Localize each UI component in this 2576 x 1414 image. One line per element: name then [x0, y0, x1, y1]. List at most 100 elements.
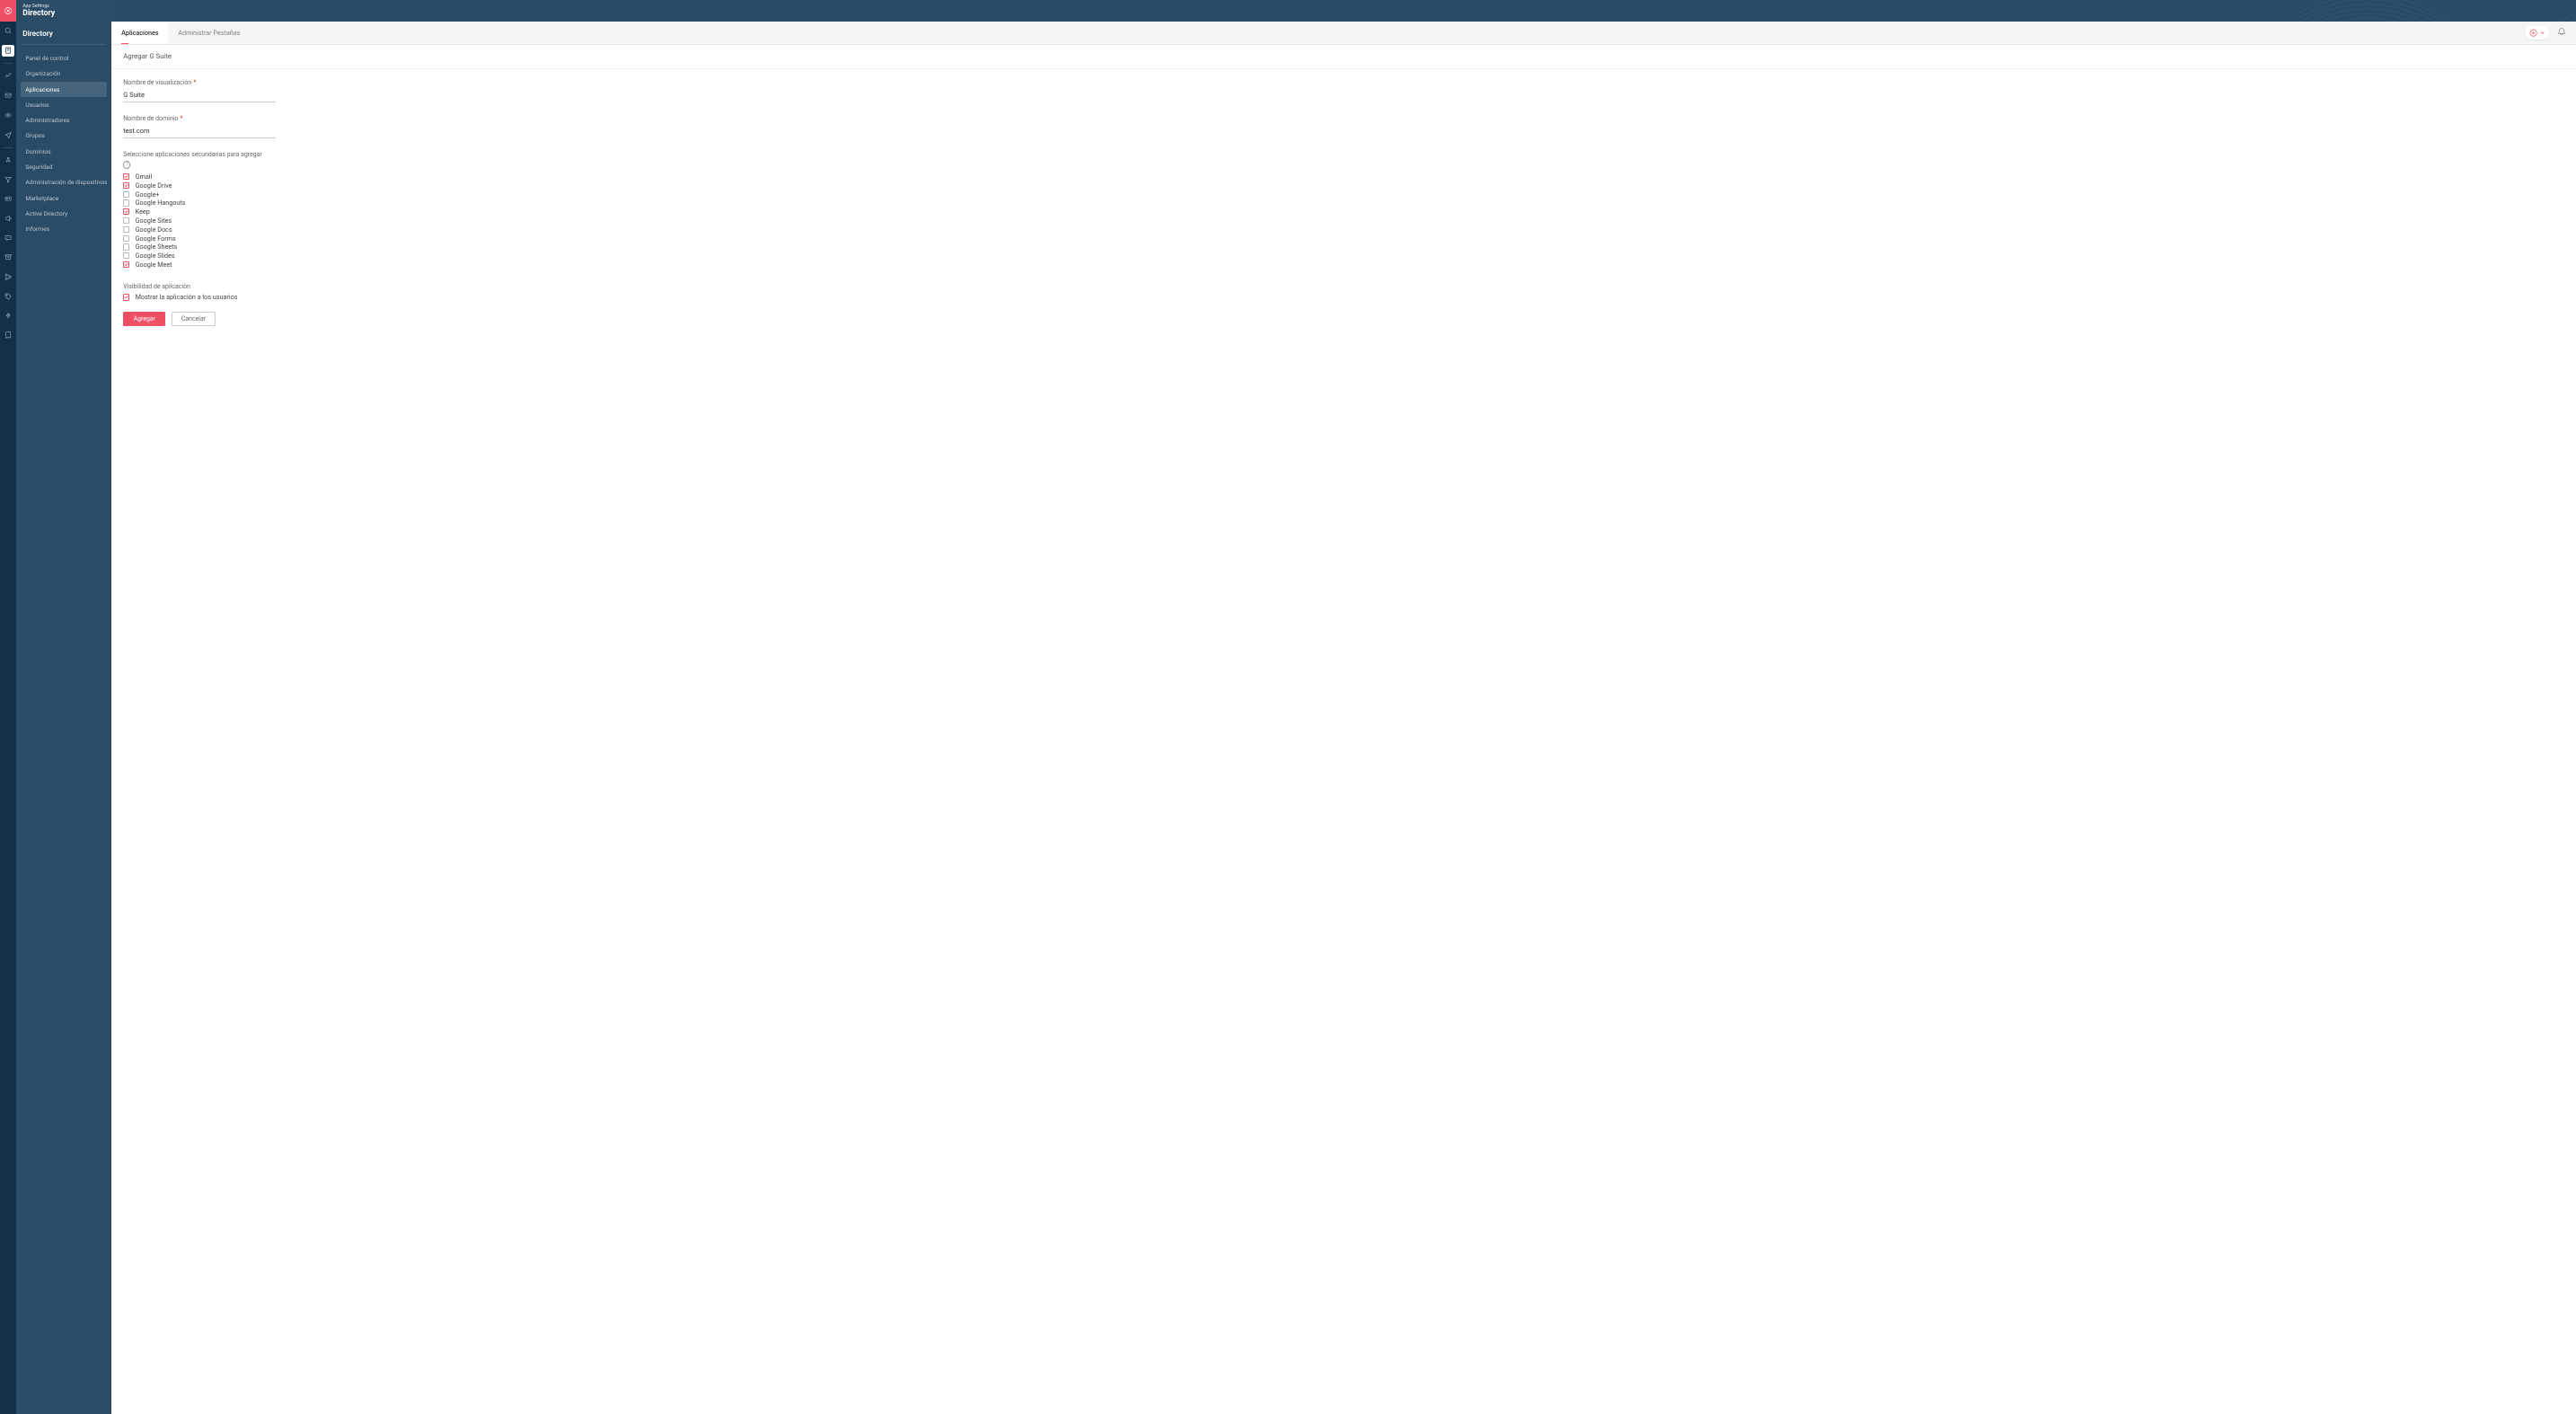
subapp-keep[interactable]: Keep	[123, 208, 2564, 217]
subapp-gmail[interactable]: Gmail	[123, 172, 2564, 181]
book-icon	[2, 329, 13, 340]
help-icon[interactable]: ?	[123, 161, 130, 168]
sidebar-item-panel-de-control[interactable]: Panel de control	[21, 50, 107, 66]
domain-name-input[interactable]	[123, 125, 276, 138]
breadcrumb-row: Agregar G Suite	[111, 45, 2576, 68]
checkbox-icon	[123, 208, 129, 215]
tab-aplicaciones[interactable]: Aplicaciones	[111, 22, 168, 44]
notifications-button[interactable]	[2557, 27, 2566, 39]
button-row: Agregar Cancelar	[123, 312, 2564, 326]
checkbox-icon	[123, 294, 129, 300]
main-area: AplicacionesAdministrar Pestañas Agregar…	[111, 0, 2576, 1414]
subapp-googleplus[interactable]: Google+	[123, 190, 2564, 199]
sidebar-item-active-directory[interactable]: Active Directory	[21, 206, 107, 221]
quick-action-dropdown[interactable]	[2525, 26, 2549, 39]
sidebar-item-organización[interactable]: Organización	[21, 66, 107, 82]
rail-directory[interactable]	[0, 40, 16, 60]
nodes-icon	[2, 270, 13, 282]
subapp-google-slides[interactable]: Google Slides	[123, 252, 2564, 261]
sidebar-item-grupos[interactable]: Grupos	[21, 128, 107, 144]
checkbox-icon	[123, 252, 129, 259]
subapp-google-sheets[interactable]: Google Sheets	[123, 243, 2564, 252]
rail-divider	[4, 147, 12, 148]
add-button[interactable]: Agregar	[123, 312, 165, 326]
rail-eye[interactable]	[0, 105, 16, 125]
decorative-lines	[2298, 0, 2576, 22]
rail-bolt[interactable]	[0, 306, 16, 326]
visibility-label: Visibilidad de aplicación	[123, 283, 2564, 290]
visibility-option-label: Mostrar la aplicación a los usuarios	[136, 293, 238, 301]
display-name-label: Nombre de visualización*	[123, 79, 276, 86]
checkbox-icon	[123, 182, 129, 189]
subapp-label: Keep	[136, 208, 150, 216]
send-icon	[2, 128, 13, 140]
rail-card[interactable]	[0, 190, 16, 209]
display-name-input[interactable]	[123, 89, 276, 102]
rail-search[interactable]	[0, 22, 16, 41]
checkbox-icon	[123, 191, 129, 198]
subapp-label: Google Sheets	[136, 243, 178, 251]
compass-icon	[2, 154, 13, 165]
subapp-google-docs[interactable]: Google Docs	[123, 225, 2564, 234]
checkbox-icon	[123, 217, 129, 224]
sub-apps-group: Seleccione aplicaciones secundarias para…	[123, 151, 318, 168]
directory-icon	[2, 45, 13, 57]
domain-name-label: Nombre de dominio*	[123, 115, 276, 122]
rail-dashboard[interactable]	[0, 66, 16, 86]
rail-flow[interactable]	[0, 267, 16, 287]
close-button[interactable]	[0, 0, 16, 22]
chat-icon	[2, 232, 13, 243]
chevron-down-icon	[2540, 31, 2545, 35]
sidebar-item-usuarios[interactable]: Usuarios	[21, 97, 107, 112]
rail-tag[interactable]	[0, 287, 16, 306]
bell-icon	[2557, 27, 2566, 36]
sub-apps-list: GmailGoogle DriveGoogle+Google HangoutsK…	[123, 172, 2564, 270]
subapp-google-sites[interactable]: Google Sites	[123, 217, 2564, 225]
rail-announce[interactable]	[0, 208, 16, 228]
bolt-icon	[2, 310, 13, 322]
rail-send[interactable]	[0, 125, 16, 145]
sidebar-nav: Panel de controlOrganizaciónAplicaciones…	[16, 45, 111, 243]
rail-book[interactable]	[0, 325, 16, 345]
sidebar-item-administración-de-dispositivos[interactable]: Administración de dispositivos	[21, 175, 107, 190]
tab-administrar-pestañas[interactable]: Administrar Pestañas	[168, 22, 250, 44]
rail-filter[interactable]	[0, 170, 16, 190]
subapp-google-meet[interactable]: Google Meet	[123, 261, 2564, 270]
sidebar-item-dominios[interactable]: Dominios	[21, 144, 107, 159]
rail-mail[interactable]	[0, 85, 16, 105]
subapp-label: Google Sites	[136, 217, 172, 225]
play-loop-icon	[2529, 29, 2537, 37]
topbar	[111, 0, 2576, 22]
archive-icon	[2, 252, 13, 263]
eye-icon	[2, 109, 13, 120]
subapp-label: Google Hangouts	[136, 199, 186, 207]
sidebar-item-marketplace[interactable]: Marketplace	[21, 190, 107, 206]
subapp-label: Google+	[136, 190, 160, 199]
cancel-button[interactable]: Cancelar	[172, 312, 216, 326]
visibility-group: Visibilidad de aplicación Mostrar la apl…	[123, 283, 2564, 302]
sidebar-item-informes[interactable]: Informes	[21, 221, 107, 236]
sidebar-section-title: Directory	[22, 30, 105, 39]
sidebar-item-administradores[interactable]: Administradores	[21, 113, 107, 128]
subapp-label: Gmail	[136, 172, 153, 181]
sub-apps-label: Seleccione aplicaciones secundarias para…	[123, 151, 318, 158]
visibility-option[interactable]: Mostrar la aplicación a los usuarios	[123, 293, 2564, 302]
rail-archive[interactable]	[0, 248, 16, 268]
rail-draw[interactable]	[0, 150, 16, 170]
display-name-group: Nombre de visualización*	[123, 79, 276, 102]
subapp-google-hangouts[interactable]: Google Hangouts	[123, 199, 2564, 208]
left-rail	[0, 0, 16, 1414]
header-title: Directory	[22, 9, 105, 19]
id-card-icon	[2, 193, 13, 205]
sidebar-item-seguridad[interactable]: Seguridad	[21, 159, 107, 174]
checkbox-icon	[123, 226, 129, 233]
rail-divider	[4, 63, 12, 64]
sidebar-item-aplicaciones[interactable]: Aplicaciones	[21, 82, 107, 97]
subapp-google-drive[interactable]: Google Drive	[123, 181, 2564, 190]
form: Nombre de visualización* Nombre de domin…	[111, 69, 2576, 337]
tag-icon	[2, 290, 13, 302]
breadcrumb: Agregar G Suite	[123, 52, 172, 60]
rail-chat[interactable]	[0, 228, 16, 248]
subapp-google-forms[interactable]: Google Forms	[123, 234, 2564, 243]
subapp-label: Google Forms	[136, 234, 176, 243]
